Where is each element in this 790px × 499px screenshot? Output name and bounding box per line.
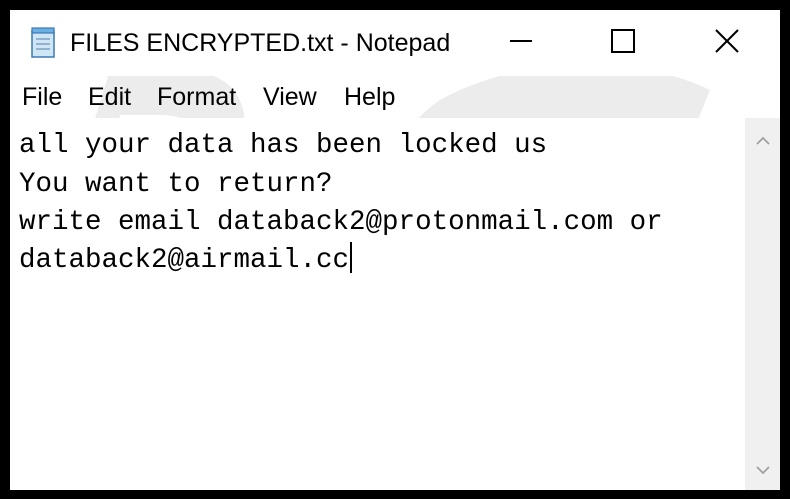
editor-line-3: write email databack2@protonmail.com or [19, 207, 663, 238]
close-button[interactable] [682, 10, 772, 72]
menu-edit[interactable]: Edit [88, 82, 131, 112]
scroll-down-arrow-icon [755, 465, 770, 474]
notepad-window: risk.com FILES ENCRYPTED.txt - Notepad [10, 10, 780, 490]
scroll-up-button[interactable] [745, 122, 780, 158]
window-title: FILES ENCRYPTED.txt - Notepad [70, 29, 451, 57]
text-editor[interactable]: all your data has been locked us You wan… [10, 118, 745, 490]
title-bar[interactable]: FILES ENCRYPTED.txt - Notepad [10, 10, 780, 76]
minimize-icon [510, 40, 532, 42]
editor-line-1: all your data has been locked us [19, 130, 548, 161]
scroll-down-button[interactable] [745, 452, 780, 488]
menu-help[interactable]: Help [344, 82, 395, 112]
menu-file[interactable]: File [22, 82, 62, 112]
editor-line-4: databack2@airmail.cc [19, 245, 350, 276]
close-icon [715, 29, 739, 53]
editor-line-2: You want to return? [19, 169, 333, 200]
editor-line-4-wrap: databack2@airmail.cc [19, 242, 353, 280]
menu-view[interactable]: View [263, 82, 317, 112]
minimize-button[interactable] [476, 10, 566, 72]
notepad-icon [31, 27, 55, 58]
menu-format[interactable]: Format [157, 82, 236, 112]
vertical-scrollbar[interactable] [745, 118, 780, 490]
maximize-button[interactable] [578, 10, 668, 72]
maximize-icon [611, 29, 635, 53]
text-caret [350, 242, 353, 273]
menu-bar: File Edit Format View Help [10, 80, 780, 116]
scroll-up-arrow-icon [755, 136, 770, 145]
